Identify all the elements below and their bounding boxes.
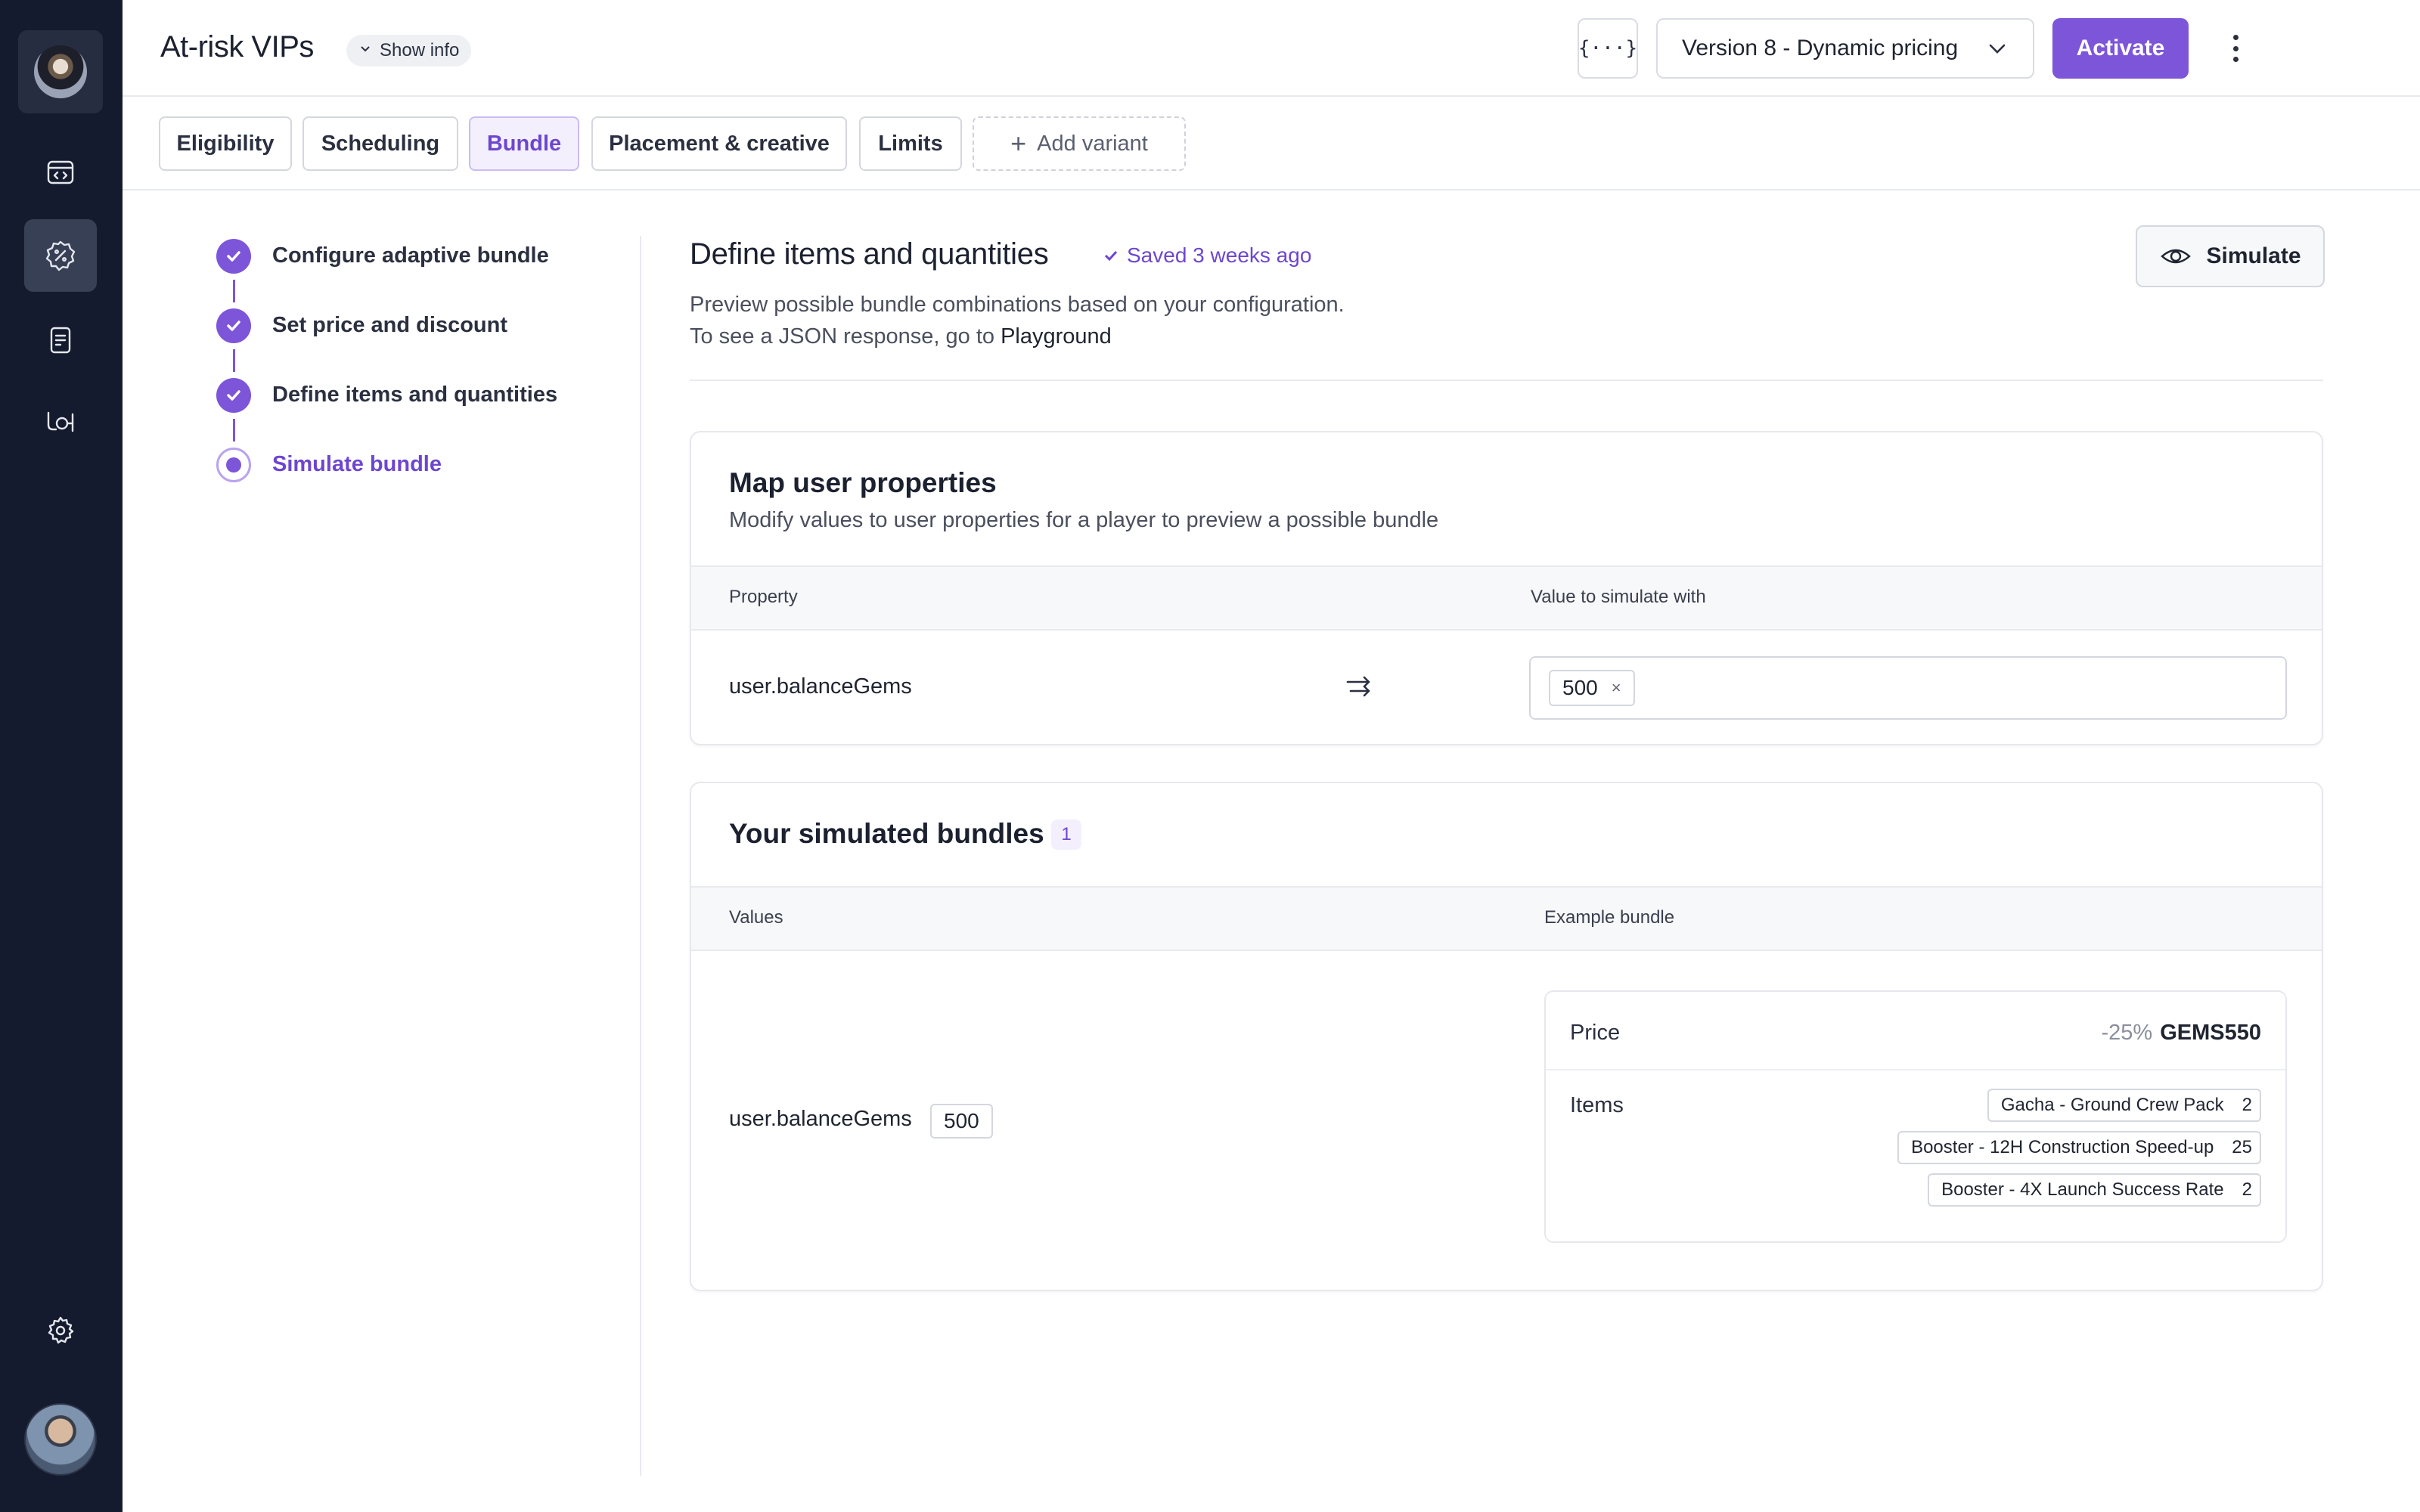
card-title: Your simulated bundles [729,818,1044,849]
simulate-value-input[interactable]: 500 × [1529,656,2287,720]
show-info-toggle[interactable]: Show info [346,35,472,67]
add-variant-label: Add variant [1037,131,1148,156]
step-set-price-discount[interactable]: Set price and discount [213,304,607,373]
tab-bar: Eligibility Scheduling Bundle Placement … [123,97,2420,191]
sidebar-settings-button[interactable] [24,1294,97,1367]
json-braces-icon: {···} [1578,37,1638,60]
property-name: user.balanceGems [729,674,912,699]
column-header-example-bundle: Example bundle [1544,907,1675,928]
show-info-label: Show info [380,40,460,60]
simulate-label: Simulate [2206,243,2301,268]
activate-button[interactable]: Activate [2052,18,2189,79]
version-select-value: Version 8 - Dynamic pricing [1682,36,1959,60]
tab-bundle[interactable]: Bundle [469,116,579,171]
saved-status: Saved 3 weeks ago [1103,243,1311,268]
check-icon [216,378,251,413]
saved-status-text: Saved 3 weeks ago [1127,243,1312,267]
horizontal-divider [690,380,2323,381]
app-logo[interactable] [18,30,103,113]
vertical-divider [640,236,641,1476]
step-label: Set price and discount [272,313,507,337]
astronaut-logo-icon [34,45,87,98]
sidebar-code-window-button[interactable] [24,136,97,209]
step-label: Simulate bundle [272,452,442,476]
simulated-bundles-card: Your simulated bundles 1 Values Example … [690,782,2323,1291]
code-window-icon [47,160,74,184]
check-icon [216,308,251,343]
column-header-values: Values [729,907,783,928]
column-header-value: Value to simulate with [1531,587,1706,607]
sidebar-docs-button[interactable] [24,304,97,376]
map-user-properties-card: Map user properties Modify values to use… [690,431,2323,745]
chevron-down-icon [361,46,370,52]
column-header-property: Property [729,587,798,607]
description-line-2: To see a JSON response, go to [690,324,1001,349]
value-chip-text: 500 [1562,676,1598,699]
description-line-1: Preview possible bundle combinations bas… [690,293,1345,317]
tab-scheduling[interactable]: Scheduling [302,116,458,171]
item-qty: 2 [2242,1179,2252,1200]
item-qty: 25 [2232,1137,2252,1157]
item-name: Booster - 4X Launch Success Rate [1941,1179,2224,1200]
playground-link[interactable]: Playground [1001,324,1112,349]
section-description: Preview possible bundle combinations bas… [690,289,1345,352]
card-title: Map user properties [729,467,997,498]
current-step-icon [216,448,251,482]
eye-icon [2161,249,2192,264]
bundle-item-chip: Gacha - Ground Crew Pack 2 [1987,1089,2261,1122]
gear-icon [48,1316,74,1344]
discount-badge-icon [45,240,76,271]
bundle-count-badge: 1 [1051,820,1081,850]
tab-placement-creative[interactable]: Placement & creative [591,116,847,171]
version-select[interactable]: Version 8 - Dynamic pricing [1656,18,2034,79]
price-text: GEMS550 [2160,1021,2261,1045]
step-configure-adaptive-bundle[interactable]: Configure adaptive bundle [213,234,607,304]
bundle-item-chip: Booster - 4X Launch Success Rate 2 [1928,1173,2261,1207]
discount-text: -25% [2101,1021,2153,1045]
table-header: Values Example bundle [691,886,2322,951]
step-label: Configure adaptive bundle [272,243,549,268]
more-options-icon[interactable] [2220,29,2251,68]
document-icon [50,327,71,354]
tab-eligibility[interactable]: Eligibility [159,116,292,171]
item-name: Booster - 12H Construction Speed-up [1911,1137,2214,1157]
sidebar-analytics-button[interactable] [24,384,97,457]
price-value: -25% GEMS550 [2102,1021,2262,1046]
tab-limits[interactable]: Limits [859,116,962,171]
page-title: At-risk VIPs [160,30,314,64]
code-view-button[interactable]: {···} [1578,18,1638,79]
check-icon [1104,250,1118,262]
step-label: Define items and quantities [272,383,558,407]
sidebar [0,0,123,1512]
items-label: Items [1570,1093,1624,1117]
section-title: Define items and quantities [690,237,1049,271]
add-variant-button[interactable]: + Add variant [973,116,1186,171]
check-icon [216,239,251,274]
item-qty: 2 [2242,1095,2252,1115]
plus-icon: + [1010,128,1027,159]
chevron-down-icon [1989,44,2006,54]
user-avatar[interactable] [24,1403,97,1476]
remove-value-icon[interactable]: × [1612,671,1621,705]
step-define-items[interactable]: Define items and quantities [213,373,607,443]
example-bundle-card: Price -25% GEMS550 Items Gacha - Ground C… [1544,990,2287,1243]
card-subtitle: Modify values to user properties for a p… [729,508,1439,532]
sidebar-offers-button[interactable] [24,219,97,292]
step-simulate-bundle[interactable]: Simulate bundle [213,443,607,513]
item-name: Gacha - Ground Crew Pack [2000,1095,2224,1115]
price-label: Price [1570,1021,1621,1045]
map-arrow-icon [1346,676,1370,697]
property-name: user.balanceGems [729,1107,912,1131]
bundle-stepper: Configure adaptive bundle Set price and … [213,234,607,513]
price-row: Price -25% GEMS550 [1546,992,2285,1070]
brand-mark-icon [47,411,74,432]
bundle-item-chip: Booster - 12H Construction Speed-up 25 [1897,1131,2261,1164]
value-chip: 500 [930,1104,993,1139]
value-chip: 500 × [1549,670,1635,706]
table-header: Property Value to simulate with [691,565,2322,631]
simulate-button[interactable]: Simulate [2136,225,2325,287]
